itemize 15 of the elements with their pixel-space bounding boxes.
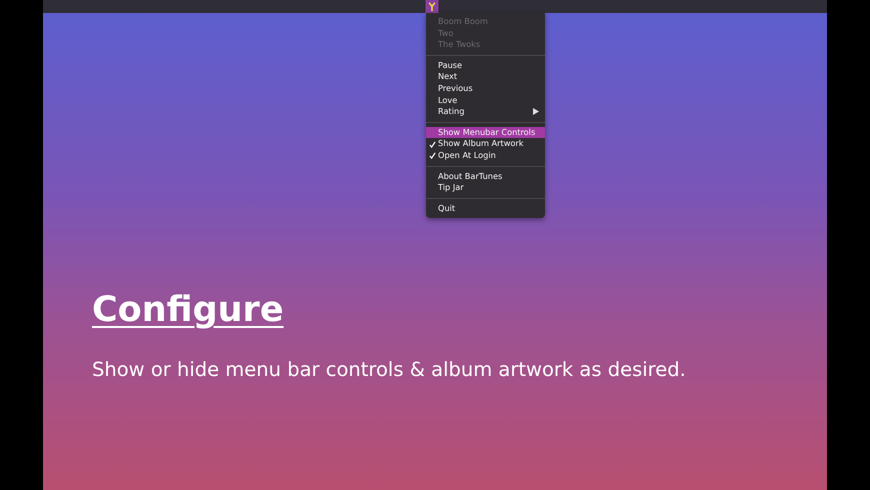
heading: Configure bbox=[92, 290, 285, 330]
app-icon[interactable] bbox=[425, 0, 439, 13]
menu-item[interactable]: Rating bbox=[426, 106, 545, 118]
menu-item[interactable]: Show Menubar Controls bbox=[426, 126, 545, 138]
menu-item[interactable]: Previous bbox=[426, 82, 545, 95]
menu-item[interactable]: Open At Login bbox=[426, 150, 545, 162]
menu-item[interactable]: About BarTunes bbox=[426, 170, 545, 182]
menu-item[interactable]: Pause bbox=[426, 60, 545, 72]
description: Show or hide menu bar controls & album artwork as desired. bbox=[92, 358, 686, 381]
submenu-arrow-icon bbox=[533, 108, 539, 116]
menu-item[interactable]: Show Album Artwork bbox=[426, 138, 545, 150]
menu-item[interactable]: Love bbox=[426, 94, 545, 106]
menu-item[interactable]: Next bbox=[426, 71, 545, 83]
menu-item[interactable]: Quit bbox=[426, 202, 545, 214]
menu-item[interactable]: Tip Jar bbox=[426, 182, 545, 194]
